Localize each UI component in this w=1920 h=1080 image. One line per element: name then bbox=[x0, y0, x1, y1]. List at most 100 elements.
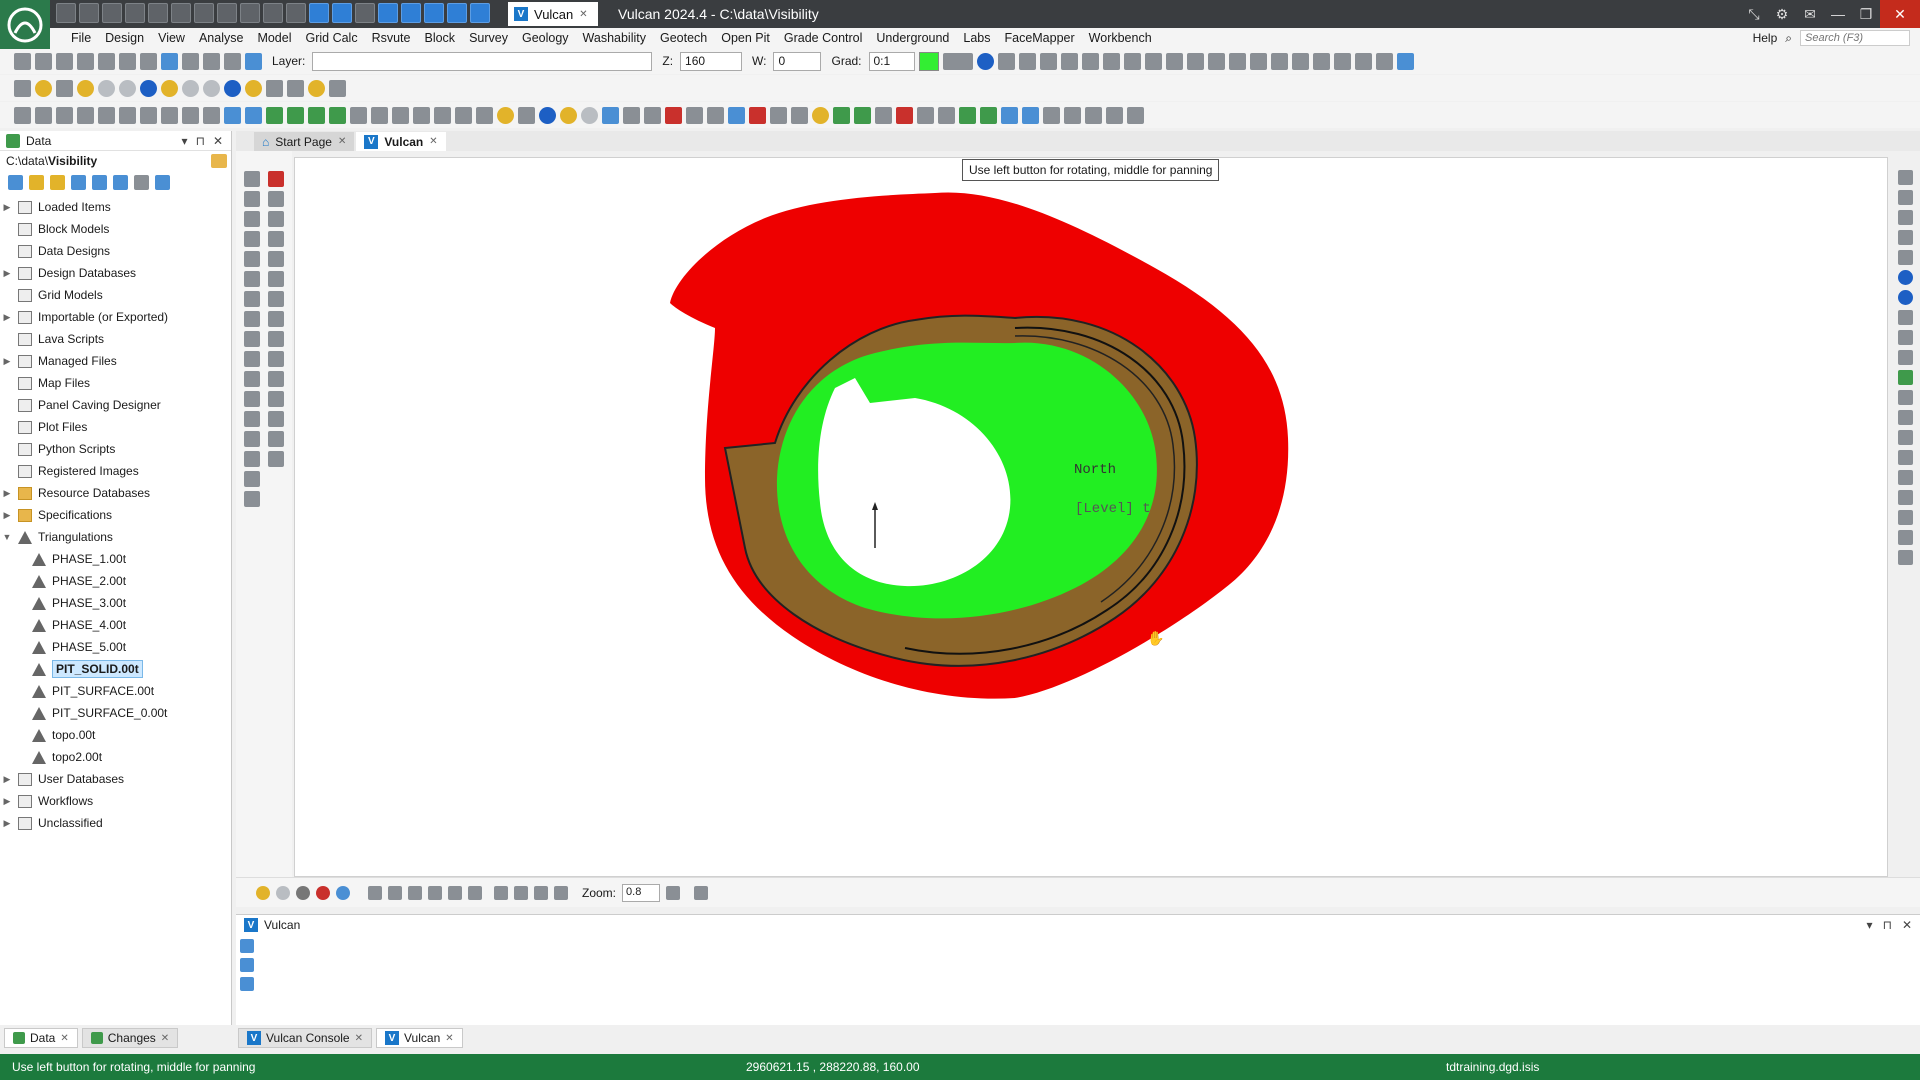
quick-tool-icon[interactable] bbox=[194, 3, 214, 23]
colour-swatch[interactable] bbox=[918, 51, 939, 71]
tree-item[interactable]: Grid Models bbox=[0, 284, 231, 306]
help-icon[interactable] bbox=[245, 52, 262, 70]
toolbar-icon[interactable] bbox=[1897, 550, 1913, 565]
folder-icon[interactable] bbox=[211, 154, 227, 168]
pen-icon[interactable] bbox=[244, 391, 260, 407]
line-icon[interactable] bbox=[244, 211, 260, 227]
toolbar-icon[interactable] bbox=[268, 351, 284, 367]
tab-vulcan-console[interactable]: V Vulcan Console ✕ bbox=[238, 1028, 372, 1048]
menu-geotech[interactable]: Geotech bbox=[653, 31, 714, 45]
toolbar-icon[interactable] bbox=[371, 106, 388, 124]
menu-facemapper[interactable]: FaceMapper bbox=[997, 31, 1081, 45]
toolbar-icon[interactable] bbox=[14, 79, 31, 97]
toolbar-icon[interactable] bbox=[1897, 230, 1913, 245]
move-icon[interactable] bbox=[268, 191, 284, 207]
toolbar-icon[interactable] bbox=[1333, 52, 1351, 70]
toolbar-icon[interactable] bbox=[56, 79, 73, 97]
quick-tool-icon[interactable] bbox=[309, 3, 329, 23]
toolbar-icon[interactable] bbox=[917, 106, 934, 124]
mail-icon[interactable]: ✉ bbox=[1796, 6, 1824, 23]
menu-grade-control[interactable]: Grade Control bbox=[777, 31, 870, 45]
expander-icon[interactable]: ▶ bbox=[0, 312, 14, 323]
3d-viewport[interactable]: North [Level] t ✋ bbox=[294, 157, 1888, 877]
toolbar-icon[interactable] bbox=[203, 106, 220, 124]
close-icon[interactable]: ✕ bbox=[1902, 918, 1912, 932]
crosshair-icon[interactable] bbox=[388, 885, 402, 900]
toolbar-icon[interactable] bbox=[497, 106, 514, 124]
toolbar-icon[interactable] bbox=[98, 106, 115, 124]
maptek-logo-icon[interactable] bbox=[0, 0, 50, 49]
tree-item-triangulation[interactable]: PIT_SURFACE.00t bbox=[0, 680, 231, 702]
toolbar-icon[interactable] bbox=[77, 52, 94, 70]
toolbar-icon[interactable] bbox=[1249, 52, 1267, 70]
toolbar-icon[interactable] bbox=[623, 106, 640, 124]
tree-item[interactable]: ▶ Workflows bbox=[0, 790, 231, 812]
menu-model[interactable]: Model bbox=[250, 31, 298, 45]
toolbar-icon[interactable] bbox=[1312, 52, 1330, 70]
shade-dark-icon[interactable] bbox=[296, 885, 310, 900]
redo-icon[interactable] bbox=[140, 52, 157, 70]
menu-open-pit[interactable]: Open Pit bbox=[714, 31, 777, 45]
toolbar-icon[interactable] bbox=[1897, 470, 1913, 485]
zoom-fit-icon[interactable] bbox=[666, 885, 681, 900]
toolbar-icon[interactable] bbox=[1291, 52, 1309, 70]
point-icon[interactable] bbox=[244, 191, 260, 207]
toolbar-icon[interactable] bbox=[455, 106, 472, 124]
dropdown-icon[interactable]: ▾ bbox=[1867, 918, 1873, 932]
toolbar-icon[interactable] bbox=[1897, 430, 1913, 445]
toolbar-icon[interactable] bbox=[350, 106, 367, 124]
grid-icon[interactable] bbox=[71, 174, 86, 190]
arc-icon[interactable] bbox=[244, 331, 260, 347]
toolbar-icon[interactable] bbox=[224, 52, 241, 70]
toolbar-icon[interactable] bbox=[119, 106, 136, 124]
close-icon[interactable]: ✕ bbox=[213, 134, 223, 148]
toolbar-icon[interactable] bbox=[1897, 310, 1913, 325]
redo-icon[interactable] bbox=[707, 106, 724, 124]
toolbar-icon[interactable] bbox=[938, 106, 955, 124]
toolbar-icon[interactable] bbox=[266, 79, 283, 97]
tree-item[interactable]: Registered Images bbox=[0, 460, 231, 482]
toolbar-icon[interactable] bbox=[308, 79, 325, 97]
toolbar-icon[interactable] bbox=[476, 106, 493, 124]
toolbar-icon[interactable] bbox=[35, 79, 52, 97]
folder-icon[interactable] bbox=[29, 174, 44, 190]
grad-input[interactable]: 0:1 bbox=[868, 51, 915, 71]
toolbar-icon[interactable] bbox=[896, 106, 913, 124]
gear-icon[interactable] bbox=[155, 174, 170, 190]
search-input[interactable] bbox=[1800, 30, 1910, 46]
shade-yellow-icon[interactable] bbox=[77, 79, 94, 97]
edit-icon[interactable] bbox=[244, 171, 260, 187]
toolbar-icon[interactable] bbox=[812, 106, 829, 124]
tree-item-triangulation[interactable]: PHASE_3.00t bbox=[0, 592, 231, 614]
delete-icon[interactable] bbox=[268, 171, 284, 187]
toolbar-icon[interactable] bbox=[392, 106, 409, 124]
shade-grey-icon[interactable] bbox=[98, 79, 115, 97]
tree-item-triangulation[interactable]: PIT_SURFACE_0.00t bbox=[0, 702, 231, 724]
menu-view[interactable]: View bbox=[151, 31, 192, 45]
shade-blue-icon[interactable] bbox=[336, 885, 350, 900]
toolbar-icon[interactable] bbox=[554, 885, 568, 900]
toolbar-icon[interactable] bbox=[1018, 52, 1036, 70]
toolbar-icon[interactable] bbox=[1897, 190, 1913, 205]
tree-item[interactable]: Lava Scripts bbox=[0, 328, 231, 350]
image-icon[interactable] bbox=[244, 271, 260, 287]
toolbar-icon[interactable] bbox=[1207, 52, 1225, 70]
menu-design[interactable]: Design bbox=[98, 31, 151, 45]
toolbar-icon[interactable] bbox=[268, 411, 284, 427]
zoom-icon[interactable] bbox=[1897, 170, 1913, 185]
quick-tool-icon[interactable] bbox=[125, 3, 145, 23]
tab-vulcan-bottom[interactable]: V Vulcan ✕ bbox=[376, 1028, 463, 1048]
toolbar-icon[interactable] bbox=[308, 106, 325, 124]
tree-item-triangulation[interactable]: topo.00t bbox=[0, 724, 231, 746]
expander-icon[interactable]: ▶ bbox=[0, 268, 14, 279]
quick-tool-icon[interactable] bbox=[286, 3, 306, 23]
toolbar-icon[interactable] bbox=[875, 106, 892, 124]
toolbar-icon[interactable] bbox=[268, 391, 284, 407]
zoom-input[interactable]: 0.8 bbox=[622, 883, 661, 902]
toolbar-icon[interactable] bbox=[434, 106, 451, 124]
axis-icon[interactable] bbox=[1897, 210, 1913, 225]
toolbar-icon[interactable] bbox=[203, 79, 220, 97]
close-icon[interactable]: ✕ bbox=[579, 9, 587, 20]
tab-data[interactable]: Data ✕ bbox=[4, 1028, 78, 1048]
refresh-icon[interactable] bbox=[92, 174, 107, 190]
